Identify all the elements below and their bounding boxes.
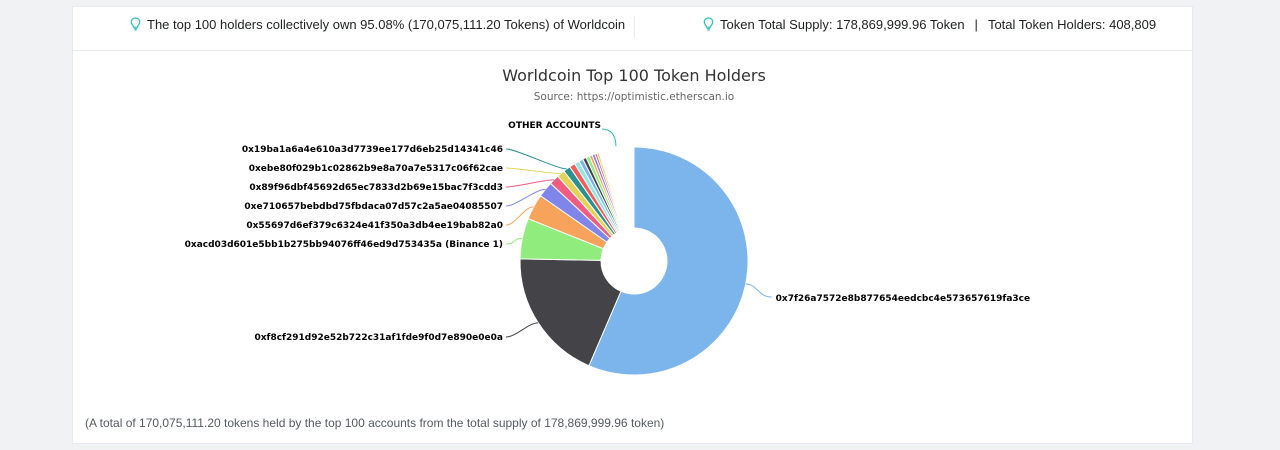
donut-chart: Worldcoin Top 100 Token Holders Source: h… — [185, 66, 1030, 376]
slice-label: 0x89f96dbf45692d65ec7833d2b69e15bac7f3cd… — [249, 183, 503, 193]
slice-label: 0x55697d6ef379c6324e41f350a3db4ee19bab82… — [246, 221, 503, 231]
chart-title: Worldcoin Top 100 Token Holders — [502, 66, 766, 85]
slice-connector — [505, 179, 555, 188]
slice-connector — [745, 283, 772, 298]
chart-footnote: (A total of 170,075,111.20 tokens held b… — [85, 416, 665, 430]
slice-label: 0xacd03d601e5bb1b275bb94076ff46ed9d75343… — [185, 240, 503, 250]
slice-connector — [505, 237, 523, 245]
slice-label: 0xe710657bebdbd75fbdaca07d57c2a5ae040855… — [244, 202, 503, 212]
slice-label: OTHER ACCOUNTS — [508, 121, 601, 131]
slice-label: 0xebe80f029b1c02862b9e8a70a7e5317c06f62c… — [249, 164, 503, 174]
holders-chart-card: The top 100 holders collectively own 95.… — [72, 6, 1193, 444]
slice-connector — [505, 148, 567, 170]
slice-connector — [505, 167, 561, 175]
slice-connector — [505, 322, 539, 338]
slice-label: 0x7f26a7572e8b877654eedcbc4e573657619fa3… — [776, 294, 1030, 304]
slice-connector — [601, 128, 617, 147]
slice-label: 0x19ba1a6a4e610a3d7739ee177d6eb25d14341c… — [242, 145, 503, 155]
slice-label: 0xf8cf291d92e52b722c31af1fde9f0d7e890e0e… — [254, 333, 503, 343]
chart-subtitle: Source: https://optimistic.etherscan.io — [534, 91, 734, 103]
